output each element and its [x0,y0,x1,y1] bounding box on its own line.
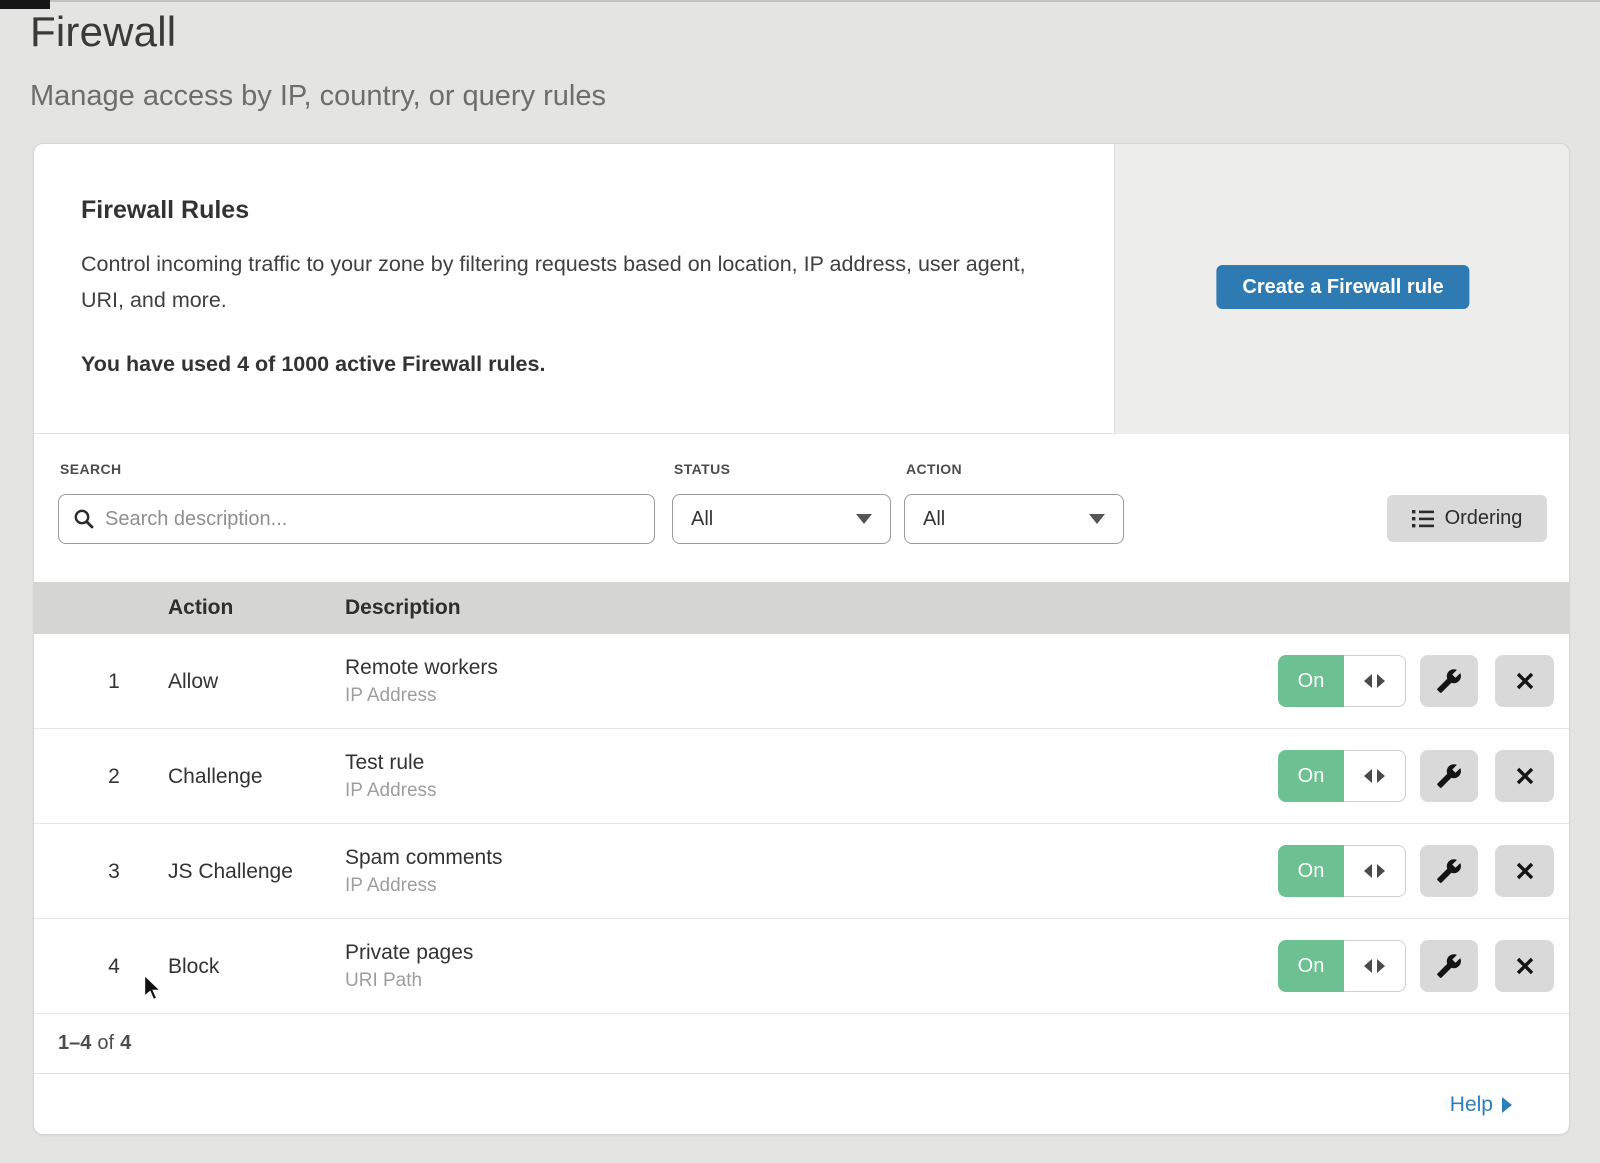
wrench-icon [1436,953,1462,979]
table-row: 1 Allow Remote workers IP Address On [34,634,1569,729]
rule-enabled-toggle[interactable]: On [1278,845,1406,897]
page-title: Firewall [30,8,176,56]
edit-rule-button[interactable] [1420,655,1478,707]
chevron-down-icon [1089,514,1105,524]
delete-rule-button[interactable] [1495,750,1554,802]
rule-action: Block [168,919,219,1014]
rule-match-type: IP Address [345,685,498,707]
rule-description: Spam comments [345,846,503,870]
rule-description: Test rule [345,751,437,775]
rule-action: Challenge [168,729,263,824]
chevron-down-icon [856,514,872,524]
edit-rule-button[interactable] [1420,845,1478,897]
search-input[interactable] [105,508,640,531]
card-footer: Help [34,1074,1569,1135]
action-selected-value: All [923,508,945,531]
search-icon [73,508,95,530]
ordering-button[interactable]: Ordering [1387,495,1547,542]
pagination-total: 4 [120,1032,131,1055]
filter-bar: SEARCH STATUS All ACTION All [34,434,1569,582]
ordering-button-label: Ordering [1445,507,1523,530]
toggle-arrows-icon[interactable] [1344,845,1406,897]
edit-rule-button[interactable] [1420,750,1478,802]
search-label: SEARCH [60,461,122,477]
wrench-icon [1436,858,1462,884]
rule-enabled-toggle[interactable]: On [1278,940,1406,992]
pagination: 1–4 of 4 [34,1014,1569,1074]
rule-description-cell: Private pages URI Path [345,919,473,1014]
rule-description-cell: Test rule IP Address [345,729,437,824]
rule-action: JS Challenge [168,824,293,919]
rule-priority: 2 [94,729,134,824]
action-label: ACTION [906,461,962,477]
firewall-page: Firewall Manage access by IP, country, o… [0,0,1600,1163]
screen-edge-line [0,0,1600,2]
edit-rule-button[interactable] [1420,940,1478,992]
toggle-arrows-icon[interactable] [1344,750,1406,802]
close-icon [1513,764,1537,788]
firewall-rules-card: Firewall Rules Control incoming traffic … [33,143,1570,1135]
close-icon [1513,954,1537,978]
column-header-action: Action [168,582,233,634]
rule-description-cell: Remote workers IP Address [345,634,498,729]
rule-match-type: URI Path [345,970,473,992]
usage-summary: You have used 4 of 1000 active Firewall … [81,352,545,377]
create-firewall-rule-button[interactable]: Create a Firewall rule [1216,265,1469,309]
wrench-icon [1436,763,1462,789]
rule-match-type: IP Address [345,875,503,897]
close-icon [1513,859,1537,883]
column-header-description: Description [345,582,461,634]
rule-enabled-toggle[interactable]: On [1278,655,1406,707]
status-selected-value: All [691,508,713,531]
rule-action: Allow [168,634,218,729]
rule-enabled-toggle[interactable]: On [1278,750,1406,802]
rule-priority: 4 [94,919,134,1014]
toggle-on-segment[interactable]: On [1278,845,1344,897]
rule-description: Private pages [345,941,473,965]
rule-description-cell: Spam comments IP Address [345,824,503,919]
toggle-arrows-icon[interactable] [1344,940,1406,992]
table-row: 3 JS Challenge Spam comments IP Address … [34,824,1569,919]
rule-match-type: IP Address [345,780,437,802]
rule-priority: 3 [94,824,134,919]
create-rule-panel: Create a Firewall rule [1114,144,1570,434]
status-label: STATUS [674,461,730,477]
rule-description: Remote workers [345,656,498,680]
search-field[interactable] [58,494,655,544]
wrench-icon [1436,668,1462,694]
toggle-on-segment[interactable]: On [1278,750,1344,802]
help-link[interactable]: Help [1450,1093,1512,1117]
toggle-on-segment[interactable]: On [1278,655,1344,707]
status-select[interactable]: All [672,494,891,544]
toggle-on-segment[interactable]: On [1278,940,1344,992]
help-link-label: Help [1450,1093,1493,1117]
rules-list: 1 Allow Remote workers IP Address On [34,634,1569,1014]
page-subtitle: Manage access by IP, country, or query r… [30,80,606,113]
section-heading: Firewall Rules [81,196,249,225]
section-description: Control incoming traffic to your zone by… [81,246,1046,318]
action-select[interactable]: All [904,494,1124,544]
overview-section: Firewall Rules Control incoming traffic … [34,144,1569,434]
delete-rule-button[interactable] [1495,940,1554,992]
ordered-list-icon [1412,509,1434,528]
toggle-arrows-icon[interactable] [1344,655,1406,707]
table-header: Action Description [34,582,1569,634]
table-row: 4 Block Private pages URI Path On [34,919,1569,1014]
delete-rule-button[interactable] [1495,845,1554,897]
pagination-range: 1–4 [58,1032,91,1055]
chevron-right-icon [1502,1097,1512,1113]
rule-priority: 1 [94,634,134,729]
close-icon [1513,669,1537,693]
table-row: 2 Challenge Test rule IP Address On [34,729,1569,824]
delete-rule-button[interactable] [1495,655,1554,707]
pagination-separator: of [97,1032,114,1055]
